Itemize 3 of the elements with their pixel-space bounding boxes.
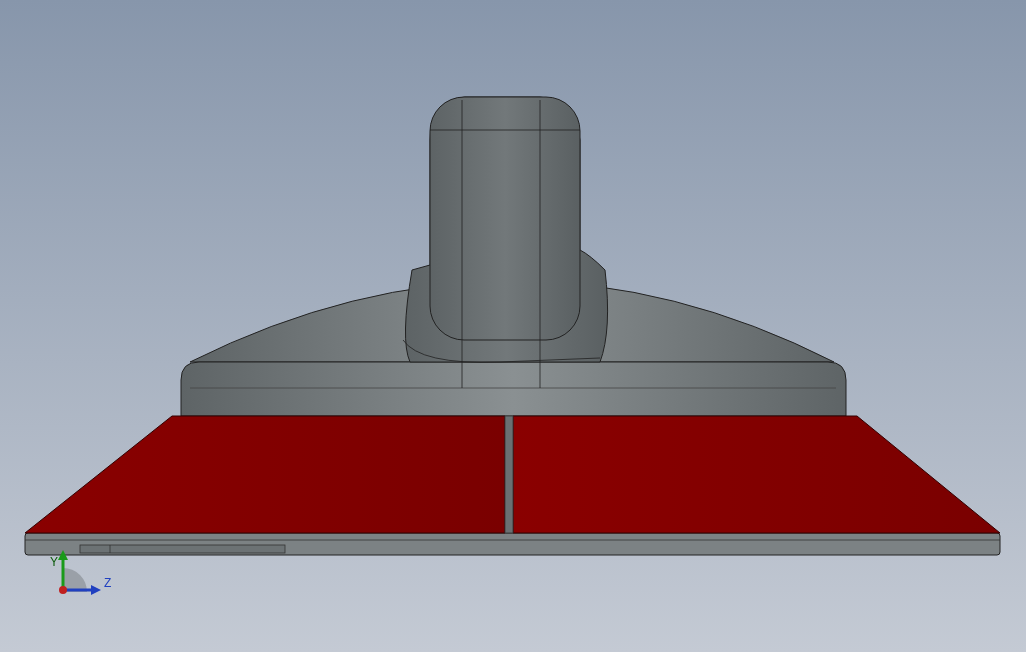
axis-label: Z [104, 576, 112, 590]
axis-triad-drawing [58, 550, 101, 595]
axis-label: Y [50, 555, 58, 569]
